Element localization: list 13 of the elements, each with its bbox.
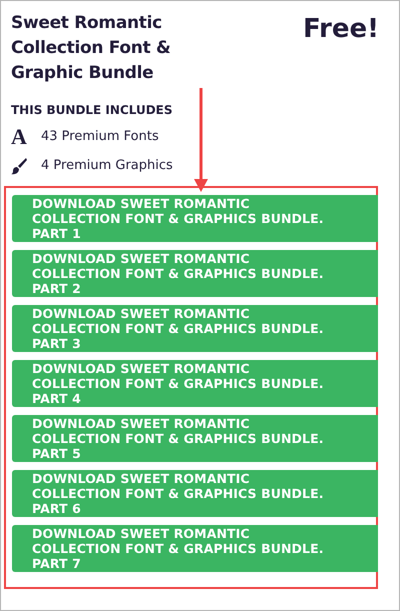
include-label: 4 Premium Graphics: [41, 158, 173, 174]
font-icon: A: [11, 127, 27, 147]
download-button[interactable]: DOWNLOAD SWEET ROMANTIC COLLECTION FONT & GRAPHICS BUNDLE. PART 7: [12, 525, 378, 572]
include-label: 43 Premium Fonts: [41, 129, 159, 145]
download-button[interactable]: DOWNLOAD SWEET ROMANTIC COLLECTION FONT & GRAPHICS BUNDLE. PART 5: [12, 415, 378, 462]
price-label: Free!: [302, 13, 379, 46]
download-button[interactable]: DOWNLOAD SWEET ROMANTIC COLLECTION FONT & GRAPHICS BUNDLE. PART 6: [12, 470, 378, 517]
download-button[interactable]: DOWNLOAD SWEET ROMANTIC COLLECTION FONT & GRAPHICS BUNDLE. PART 4: [12, 360, 378, 407]
bundle-title: Sweet Romantic Collection Font & Graphic Bundle: [11, 12, 172, 85]
includes-heading: THIS BUNDLE INCLUDES: [11, 102, 174, 118]
download-button[interactable]: DOWNLOAD SWEET ROMANTIC COLLECTION FONT & GRAPHICS BUNDLE. PART 2: [12, 250, 378, 297]
download-button[interactable]: DOWNLOAD SWEET ROMANTIC COLLECTION FONT & GRAPHICS BUNDLE. PART 1: [12, 195, 378, 242]
download-button[interactable]: DOWNLOAD SWEET ROMANTIC COLLECTION FONT & GRAPHICS BUNDLE. PART 3: [12, 305, 378, 352]
